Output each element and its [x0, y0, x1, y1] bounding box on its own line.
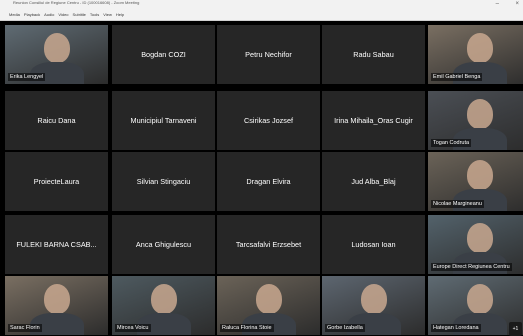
minimize-icon[interactable]: –: [496, 0, 499, 9]
participant-tile[interactable]: Municipiul Tarnaveni: [112, 91, 215, 150]
participant-name: Ludosan Ioan: [351, 240, 396, 249]
participant-name: Europe Direct Regiunea Centru: [431, 263, 512, 271]
participant-video: [44, 33, 71, 64]
participant-tile[interactable]: Tarcsafalvi Erzsebet: [217, 215, 320, 274]
menu-item-tools[interactable]: Tools: [90, 12, 99, 17]
participant-name: Raicu Dana: [37, 116, 76, 125]
participant-name: Togan Codruta: [431, 139, 472, 147]
menu-item-video[interactable]: Video: [58, 12, 68, 17]
participant-name: Dragan Elvira: [246, 177, 291, 186]
participant-name: ProiecteLaura: [33, 177, 80, 186]
menu-bar: Media Playback Audio Video Subtitle Tools View…: [0, 10, 523, 21]
participant-tile[interactable]: Dragan Elvira: [217, 152, 320, 211]
participant-name: Erika Lengyel: [8, 73, 46, 81]
participant-name: Tarcsafalvi Erzsebet: [235, 240, 302, 249]
participant-tile[interactable]: Europe Direct Regiunea Centru: [428, 215, 523, 274]
participant-tile[interactable]: Mircea Voicu: [112, 276, 215, 335]
participant-video: [467, 284, 494, 315]
zoom-meeting-window: Reunion Consiliul de Regiune Centru - ID…: [0, 0, 523, 336]
menu-item-playback[interactable]: Playback: [24, 12, 40, 17]
participant-name: FULEKI BARNA CSAB...: [16, 240, 97, 249]
participant-tile[interactable]: Anca Ghigulescu: [112, 215, 215, 274]
participant-name: Petru Nechifor: [245, 50, 292, 59]
menu-item-help[interactable]: Help: [116, 12, 124, 17]
close-icon[interactable]: ×: [515, 0, 519, 9]
participant-tile[interactable]: Nicolae Margineanu: [428, 152, 523, 211]
participant-name: Emil Gabriel Benga: [431, 73, 483, 81]
participant-tile[interactable]: Radu Sabau: [322, 25, 425, 84]
participant-name: Jud Alba_Blaj: [351, 177, 396, 186]
menu-item-subtitle[interactable]: Subtitle: [73, 12, 86, 17]
participant-tile[interactable]: Jud Alba_Blaj: [322, 152, 425, 211]
participant-name: Radu Sabau: [353, 50, 394, 59]
participant-tile[interactable]: Emil Gabriel Benga: [428, 25, 523, 84]
participant-tile[interactable]: Erika Lengyel: [5, 25, 108, 84]
participant-name: Nicolae Margineanu: [431, 200, 484, 208]
participant-tile[interactable]: Gorbe Izabella: [322, 276, 425, 335]
participant-video: [467, 99, 494, 130]
participant-video: [467, 160, 494, 191]
participant-name: Mircea Voicu: [115, 324, 151, 332]
participant-tile[interactable]: Silvian Stingaciu: [112, 152, 215, 211]
participant-name: Sarac Florin: [8, 324, 42, 332]
menu-items: Media Playback Audio Video Subtitle Tools View…: [9, 11, 128, 19]
participant-video: [256, 284, 283, 315]
participant-name: Hategan Loredana: [431, 324, 481, 332]
participant-video: [44, 284, 71, 315]
participant-tile[interactable]: FULEKI BARNA CSAB...: [5, 215, 108, 274]
participant-gallery: Erika Lengyel Bogdan COZI Petru Nechifor Ra…: [0, 21, 523, 336]
participant-tile[interactable]: Raicu Dana: [5, 91, 108, 150]
window-title: Reunion Consiliul de Regiune Centru - ID…: [13, 0, 140, 5]
participant-video: [361, 284, 388, 315]
participant-tile[interactable]: Petru Nechifor: [217, 25, 320, 84]
participant-tile[interactable]: Ludosan Ioan: [322, 215, 425, 274]
participant-name: Silvian Stingaciu: [136, 177, 191, 186]
more-participants-button[interactable]: +1: [509, 322, 522, 336]
participant-tile[interactable]: Togan Codruta: [428, 91, 523, 150]
title-bar: Reunion Consiliul de Regiune Centru - ID…: [0, 0, 523, 10]
participant-tile[interactable]: Bogdan COZI: [112, 25, 215, 84]
participant-video: [467, 33, 494, 64]
menu-item-audio[interactable]: Audio: [44, 12, 54, 17]
participant-tile[interactable]: Irina Mihaila_Oras Cugir: [322, 91, 425, 150]
participant-tile[interactable]: Csirikas Jozsef: [217, 91, 320, 150]
participant-name: Municipiul Tarnaveni: [130, 116, 197, 125]
participant-tile[interactable]: Sarac Florin: [5, 276, 108, 335]
participant-name: Irina Mihaila_Oras Cugir: [334, 116, 413, 125]
participant-tile[interactable]: Raluca Florina Stoie: [217, 276, 320, 335]
participant-name: Raluca Florina Stoie: [220, 324, 274, 332]
participant-name: Anca Ghigulescu: [135, 240, 192, 249]
participant-video: [151, 284, 178, 315]
menu-item-view[interactable]: View: [103, 12, 112, 17]
participant-tile[interactable]: ProiecteLaura: [5, 152, 108, 211]
participant-video: [467, 223, 494, 254]
participant-name: Gorbe Izabella: [325, 324, 365, 332]
participant-name: Csirikas Jozsef: [243, 116, 294, 125]
menu-item-media[interactable]: Media: [9, 12, 20, 17]
participant-name: Bogdan COZI: [141, 50, 186, 59]
